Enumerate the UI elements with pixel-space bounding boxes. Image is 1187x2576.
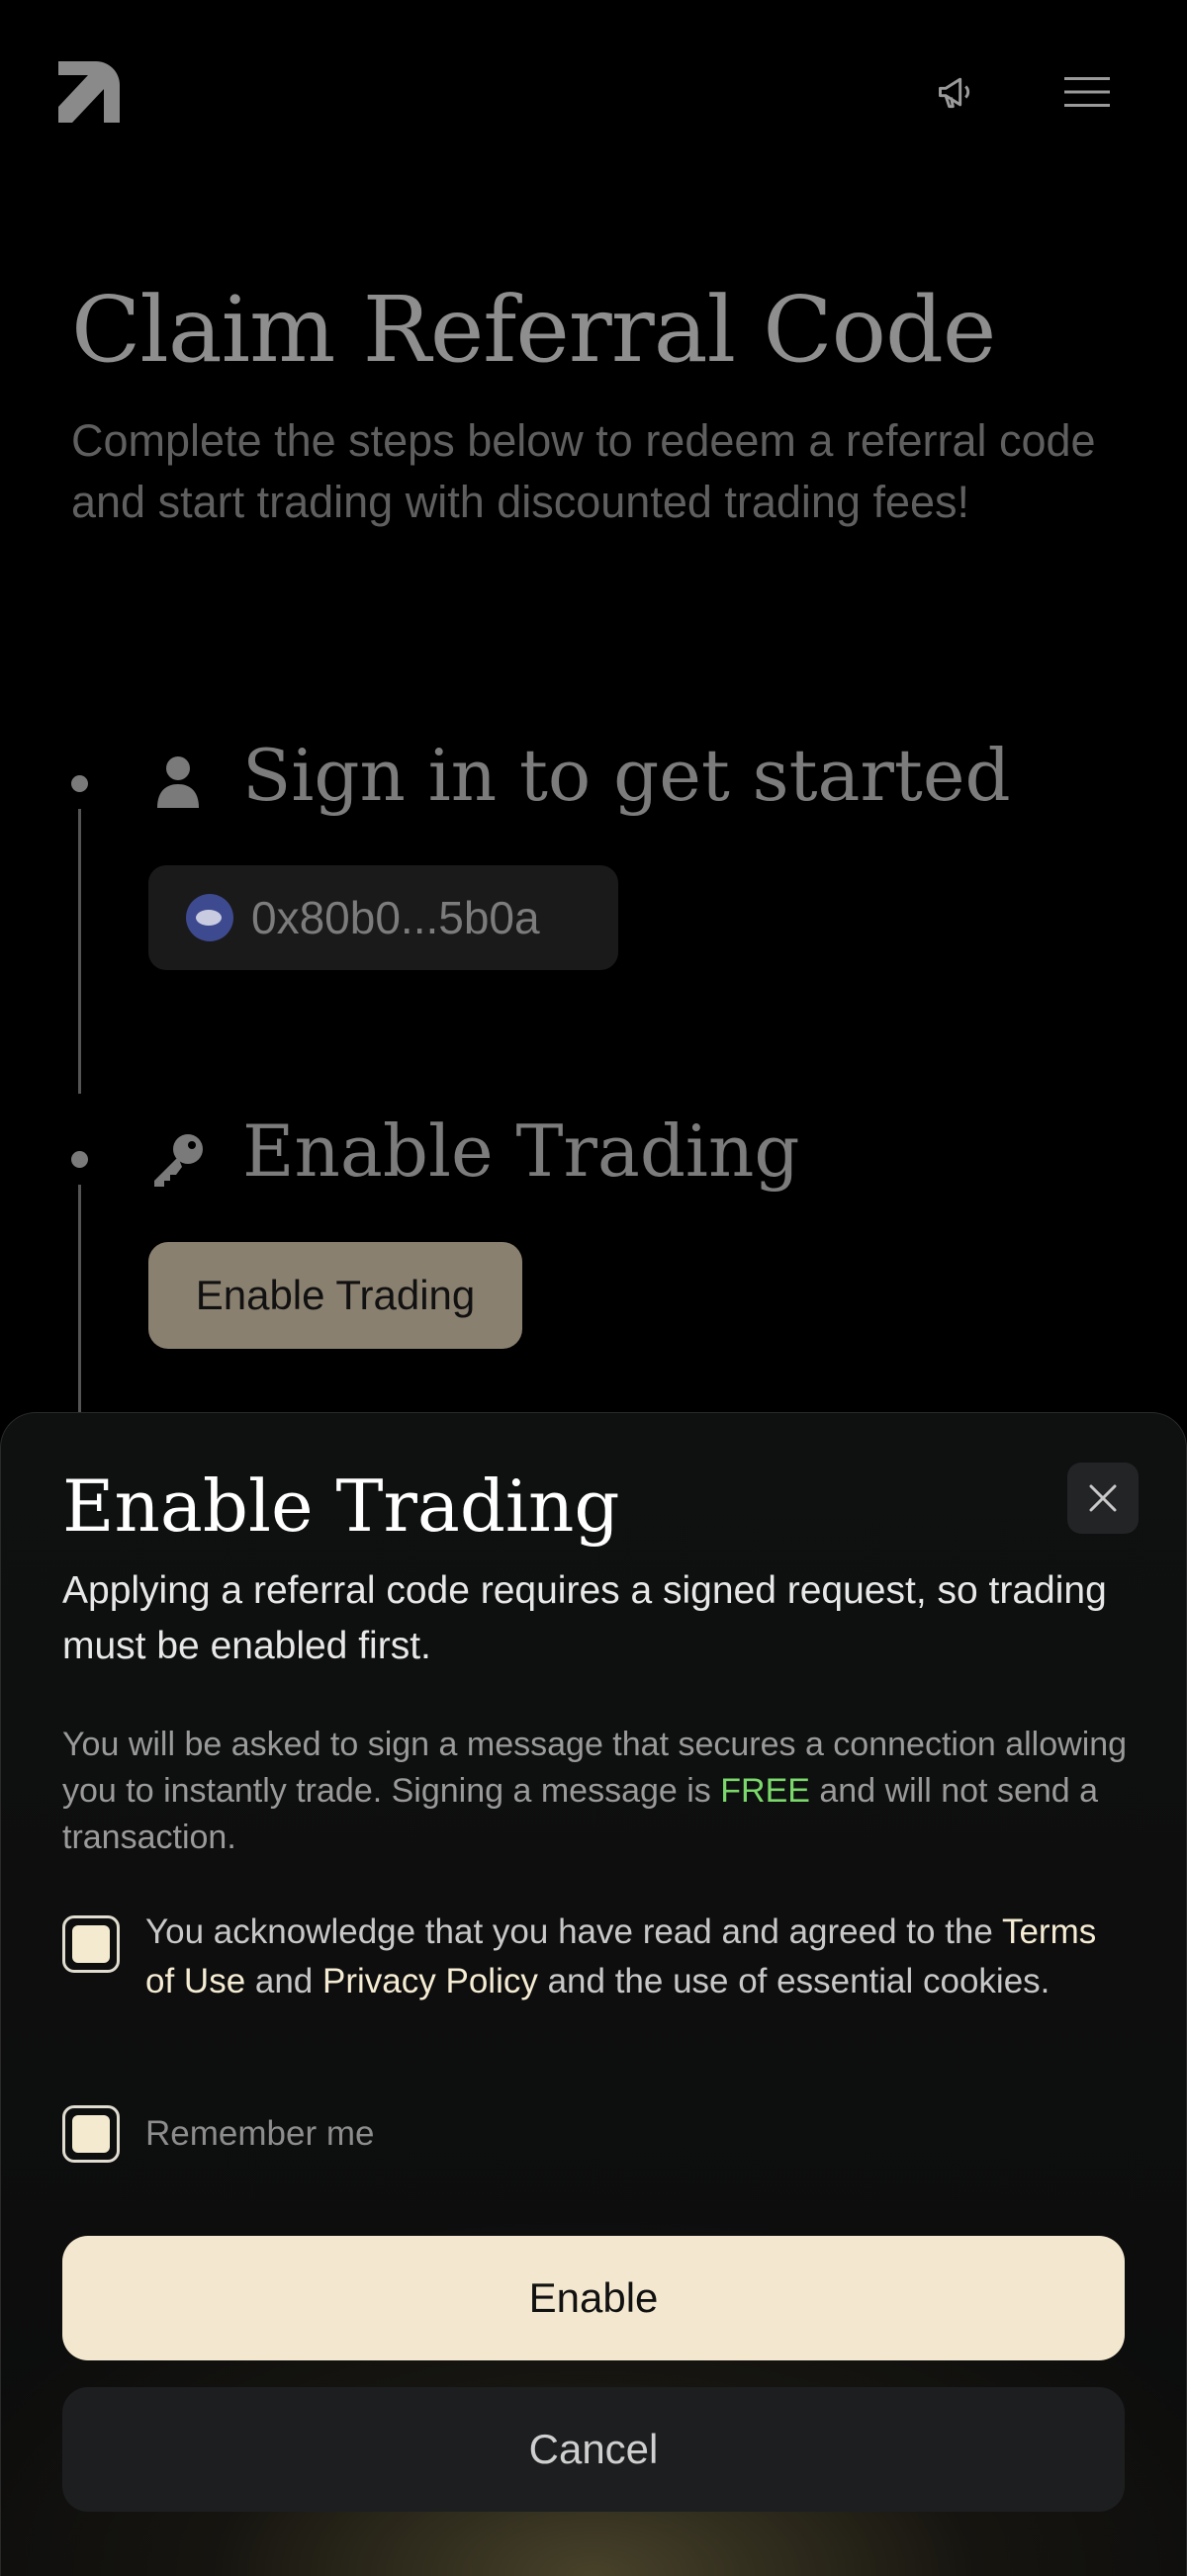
enable-button[interactable]: Enable: [62, 2236, 1125, 2360]
step-1-title: Sign in to get started: [242, 734, 1011, 817]
privacy-policy-link[interactable]: Privacy Policy: [322, 1962, 538, 2000]
hamburger-menu-icon[interactable]: [1060, 65, 1114, 119]
step-1-connector: [78, 809, 81, 1094]
cancel-button[interactable]: Cancel: [62, 2387, 1125, 2512]
app-logo-icon[interactable]: [54, 57, 124, 127]
wallet-avatar: [186, 894, 233, 941]
modal-lead-text: Applying a referral code requires a sign…: [62, 1569, 1107, 1667]
page-title: Claim Referral Code: [71, 277, 996, 383]
enable-trading-button[interactable]: Enable Trading: [148, 1242, 522, 1349]
wallet-address-pill[interactable]: 0x80b0...5b0a: [148, 865, 618, 970]
terms-label: You acknowledge that you have read and a…: [145, 1912, 1097, 2000]
step-2-connector: [78, 1185, 81, 1422]
enable-trading-modal: Enable Trading Applying a referral code …: [0, 1412, 1187, 2576]
step-2-title: Enable Trading: [242, 1110, 800, 1193]
page-subtitle: Complete the steps below to redeem a ref…: [71, 415, 1096, 527]
free-label: FREE: [720, 1772, 810, 1810]
close-button[interactable]: [1067, 1463, 1139, 1534]
key-icon: [148, 1129, 208, 1189]
step-1-marker: [71, 775, 88, 792]
terms-checkbox[interactable]: [62, 1915, 120, 1973]
megaphone-icon[interactable]: [930, 65, 983, 119]
remember-me-label: Remember me: [145, 2114, 375, 2153]
modal-body-text: You will be asked to sign a message that…: [62, 1726, 1128, 1856]
step-2-marker: [71, 1151, 88, 1168]
user-icon: [148, 752, 208, 811]
modal-title: Enable Trading: [62, 1465, 620, 1548]
wallet-address: 0x80b0...5b0a: [251, 892, 540, 943]
close-icon: [1089, 1484, 1117, 1512]
remember-me-checkbox[interactable]: [62, 2105, 120, 2163]
